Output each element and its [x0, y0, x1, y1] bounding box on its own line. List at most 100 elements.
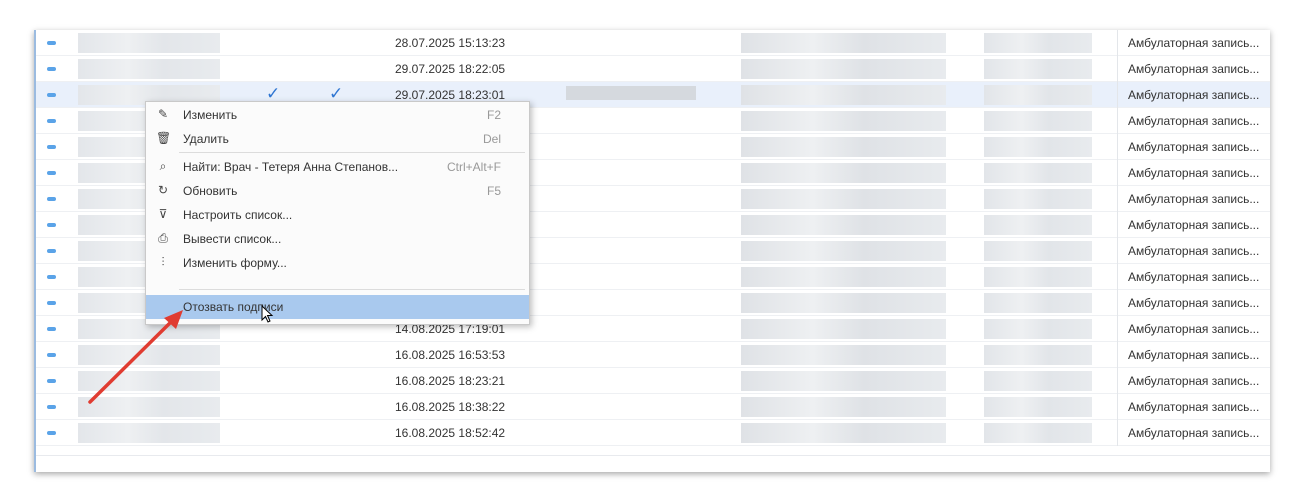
- print-icon: ⎙: [158, 231, 168, 245]
- menu-item-shortcut: F2: [486, 108, 501, 122]
- row-status-marker-icon: [47, 145, 56, 149]
- menu-item-revoke-signatures[interactable]: Отозвать подписи: [146, 295, 529, 319]
- table-row[interactable]: 16.08.2025 18:52:42 Амбулаторная запись..…: [36, 420, 1270, 446]
- column-divider: [1117, 394, 1118, 420]
- menu-item-label: Отозвать подписи: [183, 300, 284, 314]
- table-row[interactable]: 16.08.2025 18:38:22 Амбулаторная запись..…: [36, 394, 1270, 420]
- record-type: Амбулаторная запись...: [1128, 296, 1260, 310]
- record-type: Амбулаторная запись...: [1128, 36, 1260, 50]
- redacted-cell: [741, 137, 946, 157]
- redacted-cell: [741, 397, 946, 417]
- column-divider: [1117, 368, 1118, 394]
- search-doc-icon: ⌕: [159, 159, 167, 173]
- record-type: Амбулаторная запись...: [1128, 244, 1260, 258]
- table-row[interactable]: 16.08.2025 18:23:21 Амбулаторная запись..…: [36, 368, 1270, 394]
- record-type: Амбулаторная запись...: [1128, 114, 1260, 128]
- menu-item-label: Настроить список...: [183, 208, 293, 222]
- record-type: Амбулаторная запись...: [1128, 140, 1260, 154]
- redacted-cell: [984, 423, 1092, 443]
- redacted-cell: [984, 267, 1092, 287]
- row-status-marker-icon: [47, 301, 56, 305]
- redacted-cell: [984, 345, 1092, 365]
- record-type: Амбулаторная запись...: [1128, 218, 1260, 232]
- menu-item-label: Вывести список...: [183, 232, 282, 246]
- column-divider: [1117, 264, 1118, 290]
- redacted-cell: [984, 241, 1092, 261]
- table-bottom-border: [36, 455, 1270, 456]
- menu-item-label: Изменить форму...: [183, 256, 287, 270]
- table-row[interactable]: 16.08.2025 16:53:53 Амбулаторная запись..…: [36, 342, 1270, 368]
- redacted-cell: [741, 189, 946, 209]
- redacted-cell: [741, 33, 946, 53]
- redacted-cell: [78, 423, 220, 443]
- table-row[interactable]: 28.07.2025 15:13:23 Амбулаторная запись..…: [36, 30, 1270, 56]
- redacted-cell: [741, 163, 946, 183]
- record-datetime: 16.08.2025 18:23:21: [395, 374, 506, 388]
- record-type: Амбулаторная запись...: [1128, 270, 1260, 284]
- redacted-cell: [78, 345, 220, 365]
- column-divider: [1117, 342, 1118, 368]
- row-status-marker-icon: [47, 93, 56, 97]
- row-status-marker-icon: [47, 171, 56, 175]
- column-divider: [1117, 186, 1118, 212]
- column-divider: [1117, 316, 1118, 342]
- context-menu: ✎ Изменить F2 🗑 Удалить Del ⌕ Найти: Врач - Тет…: [145, 101, 530, 325]
- menu-item-label: Изменить: [183, 108, 238, 122]
- row-status-marker-icon: [47, 275, 56, 279]
- menu-separator: [179, 152, 525, 153]
- menu-item-label: Найти: Врач - Тетеря Анна Степанов...: [183, 160, 399, 174]
- column-divider: [1117, 420, 1118, 446]
- redacted-cell: [78, 59, 220, 79]
- redacted-cell: [984, 111, 1092, 131]
- record-datetime: 16.08.2025 18:52:42: [395, 426, 506, 440]
- redacted-cell: [741, 241, 946, 261]
- menu-separator: [179, 289, 525, 290]
- redacted-cell: [984, 319, 1092, 339]
- refresh-icon: ↻: [157, 183, 169, 197]
- row-status-marker-icon: [47, 353, 56, 357]
- filter-icon: ⊽: [158, 207, 168, 221]
- redacted-cell: [741, 267, 946, 287]
- redacted-cell: [984, 137, 1092, 157]
- column-divider: [1117, 134, 1118, 160]
- record-type: Амбулаторная запись...: [1128, 426, 1260, 440]
- row-status-marker-icon: [47, 405, 56, 409]
- menu-item-edit[interactable]: ✎ Изменить F2: [146, 103, 529, 127]
- redacted-cell: [984, 397, 1092, 417]
- redacted-cell: [741, 319, 946, 339]
- menu-item-delete[interactable]: 🗑 Удалить Del: [146, 127, 529, 151]
- menu-item-refresh[interactable]: ↻ Обновить F5: [146, 179, 529, 203]
- redacted-cell: [78, 33, 220, 53]
- redacted-cell: [984, 215, 1092, 235]
- redacted-cell: [984, 189, 1092, 209]
- column-divider: [1117, 290, 1118, 316]
- redacted-cell: [984, 163, 1092, 183]
- redacted-cell: [741, 111, 946, 131]
- menu-item-label: Обновить: [183, 184, 238, 198]
- menu-item-change-form[interactable]: ⫶ Изменить форму...: [146, 251, 529, 275]
- menu-item-configure-list[interactable]: ⊽ Настроить список...: [146, 203, 529, 227]
- record-datetime: 28.07.2025 15:13:23: [395, 36, 506, 50]
- pencil-icon: ✎: [157, 107, 169, 121]
- redacted-cell: [566, 86, 696, 100]
- record-type: Амбулаторная запись...: [1128, 166, 1260, 180]
- redacted-cell: [984, 33, 1092, 53]
- redacted-cell: [984, 59, 1092, 79]
- record-type: Амбулаторная запись...: [1128, 88, 1260, 102]
- menu-item-find[interactable]: ⌕ Найти: Врач - Тетеря Анна Степанов... Ct…: [146, 155, 529, 179]
- row-status-marker-icon: [47, 223, 56, 227]
- column-divider: [1117, 212, 1118, 238]
- table-row[interactable]: 29.07.2025 18:22:05 Амбулаторная запись..…: [36, 56, 1270, 82]
- column-divider: [1117, 30, 1118, 56]
- menu-item-shortcut: Del: [482, 132, 501, 146]
- menu-item-label: Удалить: [183, 132, 229, 146]
- column-divider: [1117, 238, 1118, 264]
- column-divider: [1117, 56, 1118, 82]
- row-status-marker-icon: [47, 119, 56, 123]
- record-type: Амбулаторная запись...: [1128, 192, 1260, 206]
- form-settings-icon: ⫶: [161, 255, 165, 269]
- row-status-marker-icon: [47, 379, 56, 383]
- redacted-cell: [741, 423, 946, 443]
- record-type: Амбулаторная запись...: [1128, 322, 1260, 336]
- menu-item-print-list[interactable]: ⎙ Вывести список...: [146, 227, 529, 251]
